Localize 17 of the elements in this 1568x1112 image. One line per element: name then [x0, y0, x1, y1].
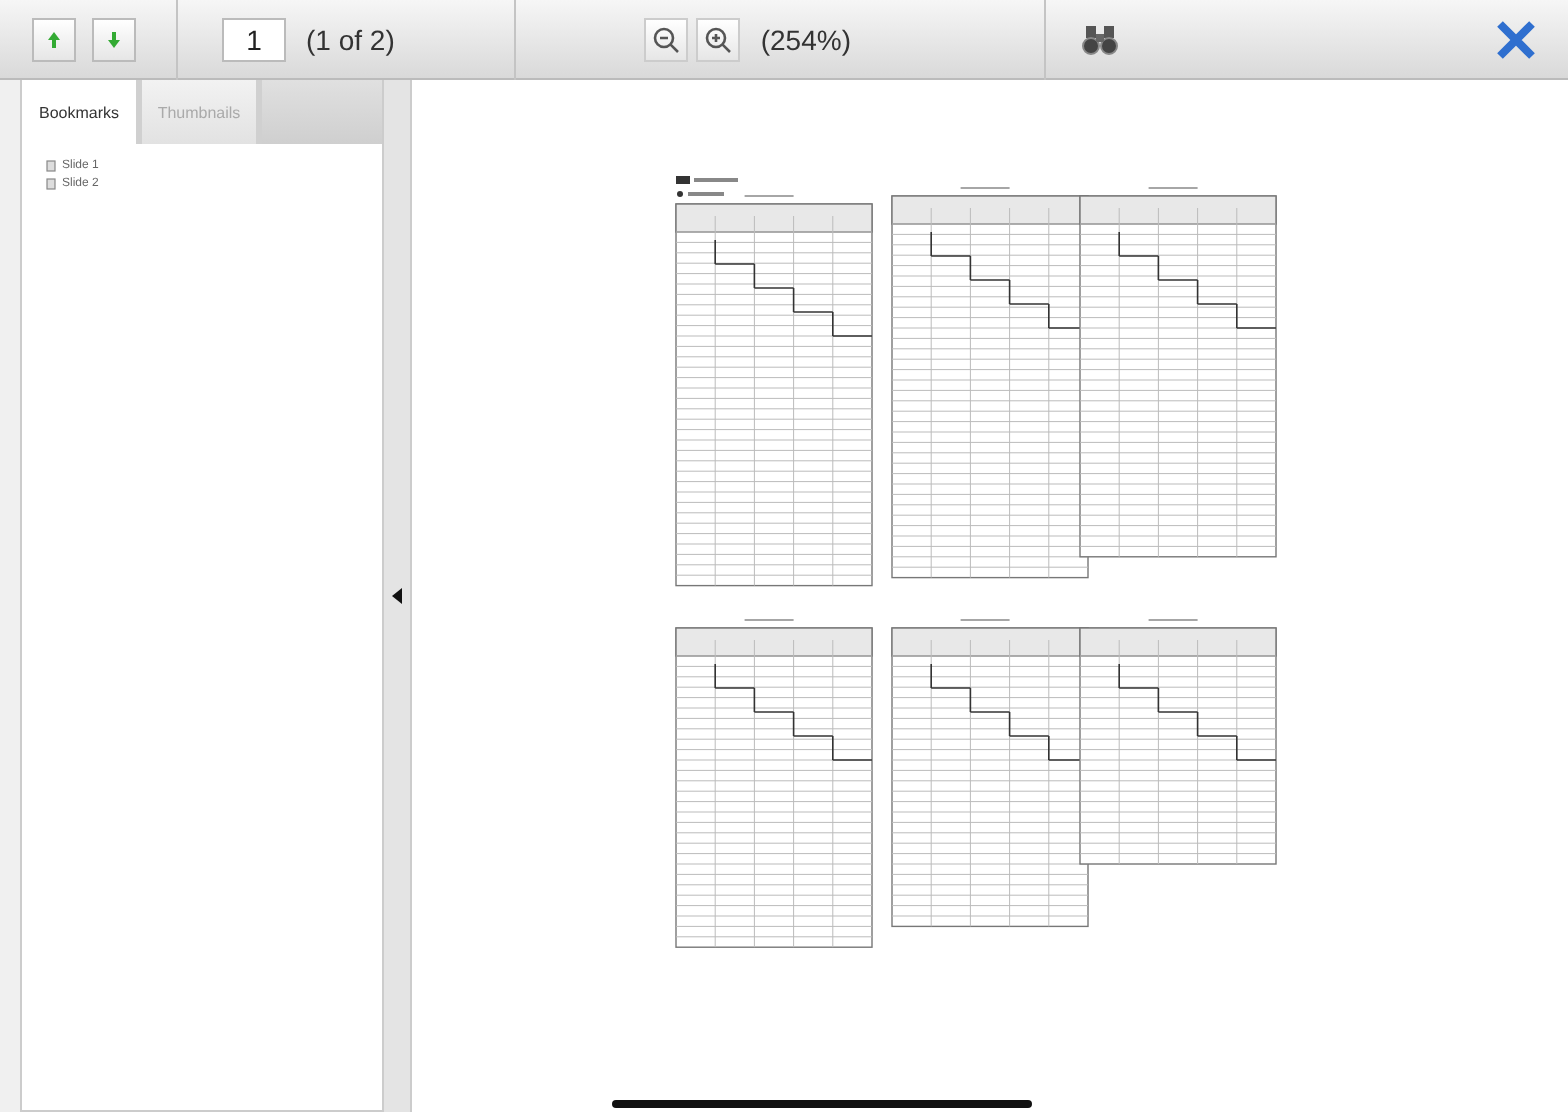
- close-button[interactable]: [1496, 19, 1536, 59]
- page-number-field[interactable]: 1: [222, 17, 286, 61]
- up-arrow-icon: [48, 31, 60, 47]
- zoom-out-icon: [652, 25, 681, 53]
- zoom-out-button[interactable]: [644, 17, 689, 61]
- scroll-bar[interactable]: [612, 1100, 1032, 1108]
- page-count: (1 of 2): [306, 23, 395, 55]
- sidebar-tab[interactable]: Bookmarks: [22, 80, 142, 144]
- close-icon: [1496, 19, 1536, 59]
- zoom-in-button[interactable]: [696, 17, 741, 61]
- collapse-arrow-icon[interactable]: [392, 588, 402, 604]
- next-page-button[interactable]: [92, 17, 136, 61]
- previous-page-button[interactable]: [32, 17, 76, 61]
- zoom-in-icon: [704, 25, 733, 53]
- binoculars-icon: [1081, 23, 1117, 55]
- down-arrow-icon: [108, 31, 120, 47]
- zoom-level: (254%): [760, 23, 851, 55]
